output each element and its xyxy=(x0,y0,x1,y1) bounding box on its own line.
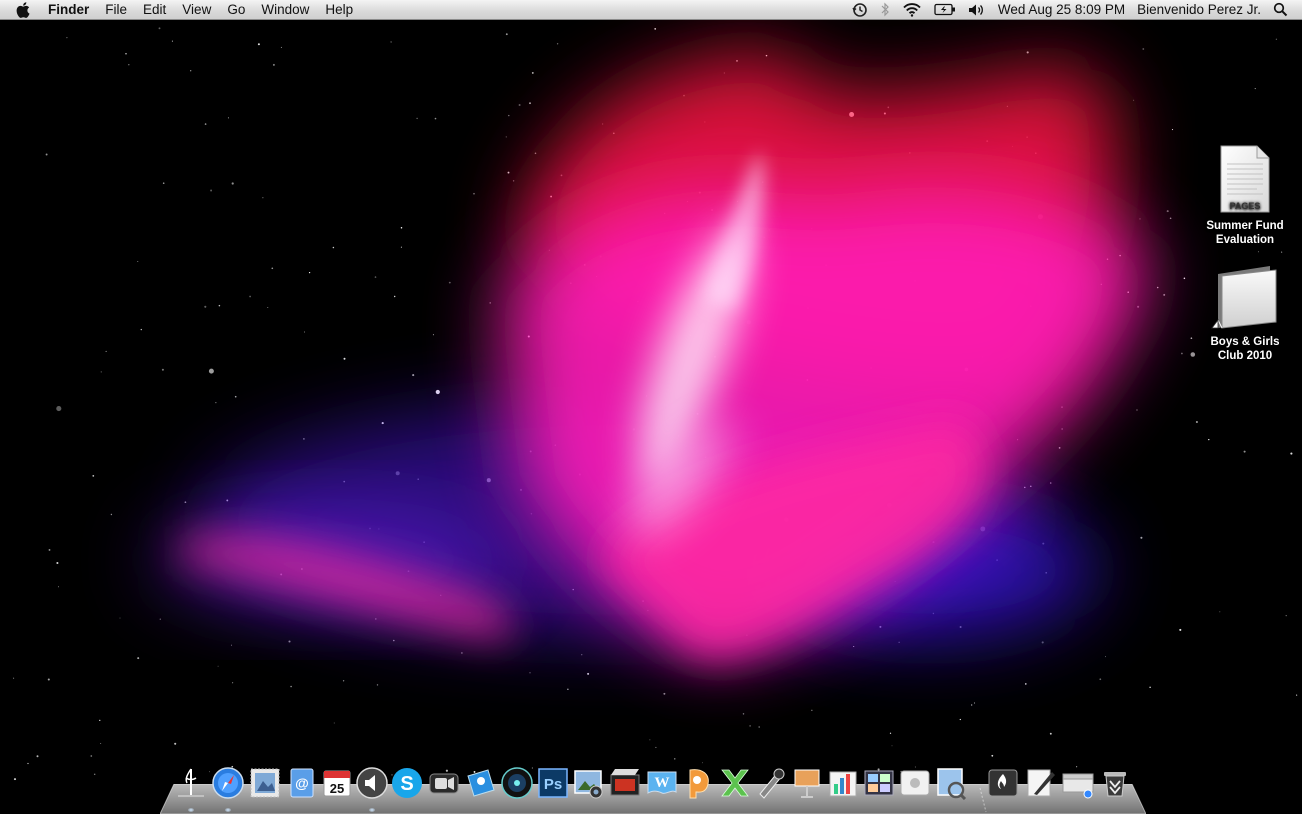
trash-icon[interactable] xyxy=(1098,766,1132,800)
desktop[interactable]: Finder File Edit View Go Window Help Wed… xyxy=(0,0,1302,814)
battery-icon[interactable] xyxy=(928,0,962,20)
skype-icon[interactable]: S xyxy=(390,766,424,800)
speaker-icon[interactable] xyxy=(355,766,389,800)
apple-logo-icon xyxy=(16,1,30,18)
script-editor-icon[interactable] xyxy=(754,766,788,800)
aurora-wallpaper xyxy=(0,0,1302,814)
finder-icon[interactable] xyxy=(174,766,208,800)
burn-icon[interactable] xyxy=(986,766,1020,800)
address-book-icon[interactable]: @ xyxy=(285,766,319,800)
excel-icon[interactable] xyxy=(718,766,752,800)
iphoto-icon[interactable] xyxy=(572,766,606,800)
photoshop-label: Ps xyxy=(544,776,562,793)
menu-help[interactable]: Help xyxy=(317,0,361,20)
svg-text:S: S xyxy=(400,773,413,795)
desktop-icon-label: Boys & Girls xyxy=(1210,336,1280,348)
desktop-icon-summer-fund[interactable]: PAGES Summer Fund Evaluation xyxy=(1200,144,1290,247)
safari-icon[interactable] xyxy=(211,766,245,800)
svg-text:@: @ xyxy=(295,775,309,791)
iweb-icon[interactable] xyxy=(464,766,498,800)
time-machine-icon[interactable] xyxy=(846,0,874,20)
dashboard-icon[interactable] xyxy=(862,766,896,800)
imovie-icon[interactable] xyxy=(608,766,642,800)
menu-finder[interactable]: Finder xyxy=(40,0,97,20)
menu-file[interactable]: File xyxy=(97,0,135,20)
user-name[interactable]: Bienvenido Perez Jr. xyxy=(1131,2,1267,17)
numbers-icon[interactable] xyxy=(826,766,860,800)
desktop-icon-label: Club 2010 xyxy=(1217,350,1273,362)
menu-go[interactable]: Go xyxy=(219,0,253,20)
wifi-icon[interactable] xyxy=(896,0,928,20)
facetime-icon[interactable] xyxy=(427,766,461,800)
powerpoint-icon[interactable] xyxy=(682,766,716,800)
folder-alias-icon xyxy=(1211,266,1277,329)
keynote-icon[interactable] xyxy=(790,766,824,800)
pages-document-icon: PAGES xyxy=(1220,145,1270,213)
mail-stamp-icon[interactable] xyxy=(248,766,282,800)
photoshop-icon[interactable]: Ps xyxy=(536,766,570,800)
menu-edit[interactable]: Edit xyxy=(135,0,174,20)
desktop-icon-label: Summer Fund xyxy=(1206,220,1284,232)
bluetooth-icon[interactable] xyxy=(874,0,896,20)
app-store-icon[interactable] xyxy=(898,766,932,800)
menu-clock[interactable]: Wed Aug 25 8:09 PM xyxy=(992,2,1131,17)
desktop-icon-label: Evaluation xyxy=(1215,234,1275,246)
apple-menu[interactable] xyxy=(0,1,40,18)
spotlight-search-icon[interactable] xyxy=(1267,0,1294,20)
menu-bar: Finder File Edit View Go Window Help Wed… xyxy=(0,0,1302,20)
textedit-icon[interactable] xyxy=(1024,766,1058,800)
word-icon[interactable]: W xyxy=(645,766,679,800)
svg-text:W: W xyxy=(655,775,670,791)
volume-icon[interactable] xyxy=(962,0,992,20)
preview-icon[interactable] xyxy=(934,766,968,800)
desktop-icon-boys-girls-club[interactable]: Boys & Girls Club 2010 xyxy=(1200,262,1290,363)
ical-day: 25 xyxy=(330,781,344,796)
menu-view[interactable]: View xyxy=(174,0,219,20)
ical-icon[interactable]: 25 xyxy=(320,766,354,800)
scanner-icon[interactable] xyxy=(1061,766,1095,800)
menu-window[interactable]: Window xyxy=(253,0,317,20)
pages-badge: PAGES xyxy=(1230,201,1261,211)
itunes-icon[interactable] xyxy=(500,766,534,800)
